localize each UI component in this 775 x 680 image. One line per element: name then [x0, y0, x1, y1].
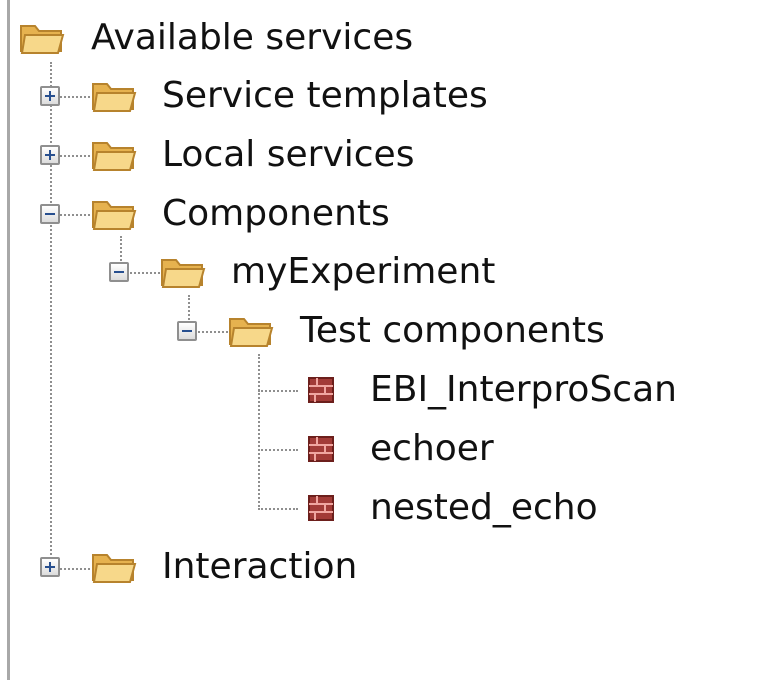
folder-open-icon [92, 201, 137, 230]
expand-plus-icon[interactable] [40, 145, 60, 165]
folder-open-icon [92, 142, 137, 171]
folder-open-icon [229, 318, 274, 347]
tree-label-echoer: echoer [370, 428, 494, 469]
collapse-minus-icon[interactable] [177, 321, 197, 341]
component-brick-icon [308, 495, 334, 521]
folder-open-icon [92, 83, 137, 112]
expand-plus-icon[interactable] [40, 86, 60, 106]
tree-branch-local-services [60, 155, 90, 157]
tree-guide-components [120, 236, 122, 261]
tree-guide-root [50, 62, 52, 567]
tree-label-test-components: Test components [300, 310, 605, 351]
tree-label-local-services: Local services [162, 134, 415, 175]
tree-label-available-services: Available services [91, 17, 414, 58]
tree-label-service-templates: Service templates [162, 75, 488, 116]
collapse-minus-icon[interactable] [109, 262, 129, 282]
tree-branch-interaction [60, 568, 90, 570]
tree-branch-leaf-3 [258, 508, 298, 510]
tree-branch-service-templates [60, 96, 90, 98]
component-brick-icon [308, 377, 334, 403]
tree-label-ebi-interproscan: EBI_InterproScan [370, 369, 677, 410]
tree-guide-test-components [258, 354, 260, 510]
tree-label-myexperiment: myExperiment [231, 251, 496, 292]
tree-branch-test-components [198, 331, 228, 333]
tree-branch-my-experiment [130, 272, 160, 274]
tree-branch-components [60, 214, 90, 216]
tree-branch-leaf-2 [258, 449, 298, 451]
expand-plus-icon[interactable] [40, 557, 60, 577]
tree-label-interaction: Interaction [162, 546, 358, 587]
tree-branch-leaf-1 [258, 390, 298, 392]
folder-open-icon [161, 259, 206, 288]
tree-label-components: Components [162, 193, 390, 234]
tree-label-nested-echo: nested_echo [370, 487, 598, 528]
folder-open-icon [20, 25, 65, 54]
folder-open-icon [92, 554, 137, 583]
service-tree: Available services Service templates Loc… [0, 0, 775, 680]
component-brick-icon [308, 436, 334, 462]
collapse-minus-icon[interactable] [40, 204, 60, 224]
tree-guide-my-experiment [188, 295, 190, 320]
